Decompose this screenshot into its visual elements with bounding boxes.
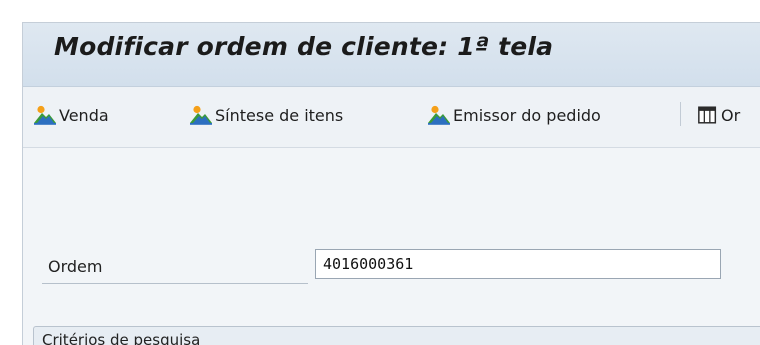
ordem-overview-label: Or [721, 105, 741, 125]
order-number-input[interactable] [315, 249, 721, 279]
emissor-do-pedido-button[interactable]: Emissor do pedido [427, 102, 601, 128]
page-title: Modificar ordem de cliente: 1ª tela [54, 32, 554, 61]
venda-button-label: Venda [59, 105, 109, 125]
mountain-icon [428, 105, 450, 125]
ordem-overview-button[interactable]: Or [697, 102, 740, 128]
mountain-icon [190, 105, 212, 125]
sintese-de-itens-label: Síntese de itens [215, 105, 344, 125]
label-divider [42, 283, 308, 284]
search-criteria-title: Critérios de pesquisa [42, 331, 201, 345]
content-area [23, 148, 760, 326]
sintese-de-itens-button[interactable]: Síntese de itens [189, 102, 343, 128]
toolbar-separator [680, 102, 681, 126]
order-field-label: Ordem [48, 257, 103, 276]
table-grid-icon [698, 106, 717, 124]
venda-button[interactable]: Venda [33, 102, 109, 128]
emissor-do-pedido-label: Emissor do pedido [453, 105, 601, 125]
sap-screen: Modificar ordem de cliente: 1ª tela Vend… [0, 0, 760, 345]
application-toolbar [23, 87, 760, 148]
mountain-icon [34, 105, 56, 125]
